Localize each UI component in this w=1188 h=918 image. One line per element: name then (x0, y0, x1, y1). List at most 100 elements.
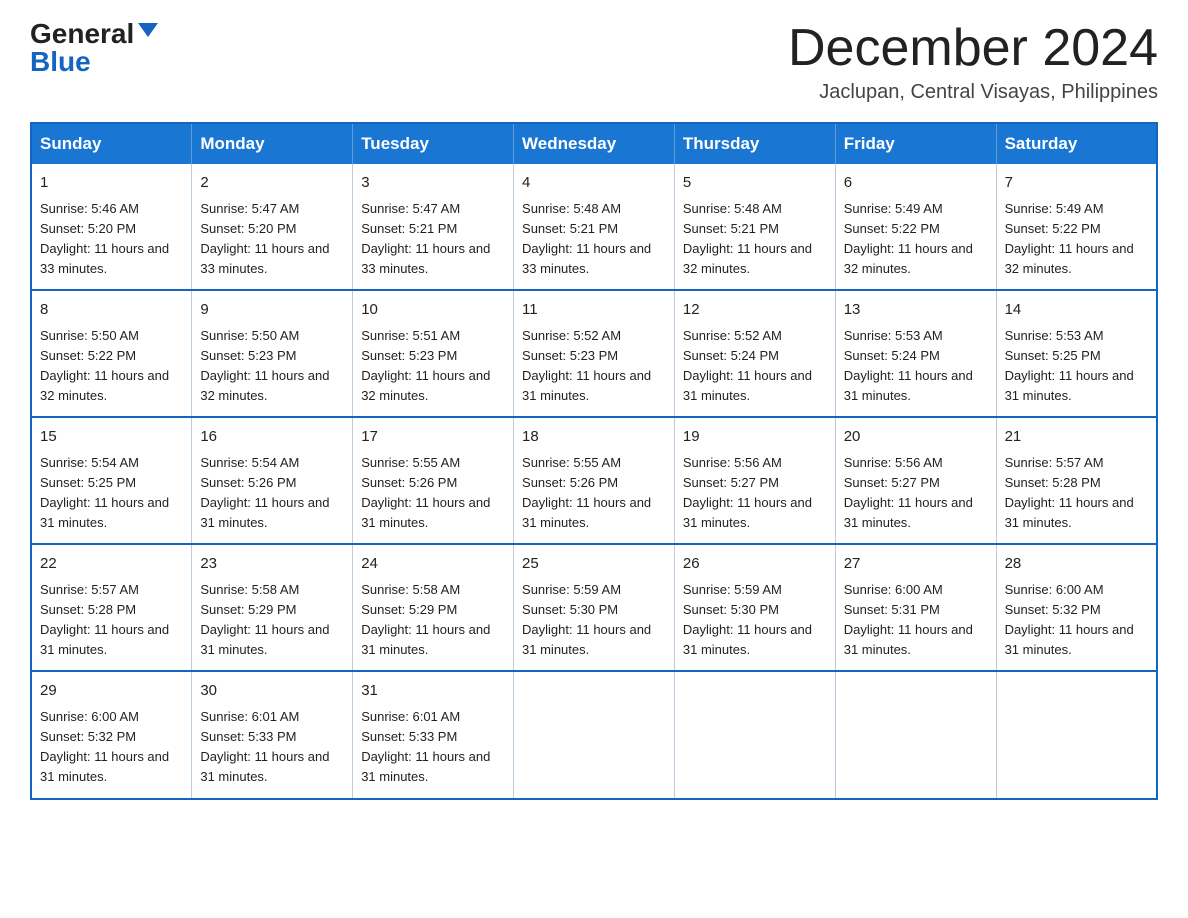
calendar-cell: 23 Sunrise: 5:58 AMSunset: 5:29 PMDaylig… (192, 544, 353, 671)
day-info: Sunrise: 5:58 AMSunset: 5:29 PMDaylight:… (200, 580, 344, 661)
day-number: 14 (1005, 299, 1148, 322)
day-number: 30 (200, 680, 344, 703)
calendar-cell: 13 Sunrise: 5:53 AMSunset: 5:24 PMDaylig… (835, 290, 996, 417)
day-number: 21 (1005, 426, 1148, 449)
calendar-cell: 5 Sunrise: 5:48 AMSunset: 5:21 PMDayligh… (674, 164, 835, 290)
calendar-cell (835, 671, 996, 798)
day-info: Sunrise: 5:46 AMSunset: 5:20 PMDaylight:… (40, 199, 183, 280)
calendar-day-header-sunday: Sunday (31, 123, 192, 164)
day-number: 26 (683, 553, 827, 576)
day-number: 23 (200, 553, 344, 576)
calendar-cell: 24 Sunrise: 5:58 AMSunset: 5:29 PMDaylig… (353, 544, 514, 671)
day-info: Sunrise: 5:51 AMSunset: 5:23 PMDaylight:… (361, 326, 505, 407)
calendar-cell: 16 Sunrise: 5:54 AMSunset: 5:26 PMDaylig… (192, 417, 353, 544)
day-info: Sunrise: 5:52 AMSunset: 5:24 PMDaylight:… (683, 326, 827, 407)
day-number: 20 (844, 426, 988, 449)
calendar-day-header-friday: Friday (835, 123, 996, 164)
day-info: Sunrise: 5:59 AMSunset: 5:30 PMDaylight:… (522, 580, 666, 661)
day-info: Sunrise: 6:01 AMSunset: 5:33 PMDaylight:… (361, 707, 505, 788)
calendar-cell: 18 Sunrise: 5:55 AMSunset: 5:26 PMDaylig… (514, 417, 675, 544)
day-info: Sunrise: 5:47 AMSunset: 5:20 PMDaylight:… (200, 199, 344, 280)
day-number: 1 (40, 172, 183, 195)
day-number: 22 (40, 553, 183, 576)
day-number: 25 (522, 553, 666, 576)
day-number: 10 (361, 299, 505, 322)
calendar-cell: 4 Sunrise: 5:48 AMSunset: 5:21 PMDayligh… (514, 164, 675, 290)
day-number: 29 (40, 680, 183, 703)
calendar-cell (996, 671, 1157, 798)
day-info: Sunrise: 5:49 AMSunset: 5:22 PMDaylight:… (844, 199, 988, 280)
day-info: Sunrise: 5:53 AMSunset: 5:25 PMDaylight:… (1005, 326, 1148, 407)
calendar-week-row: 29 Sunrise: 6:00 AMSunset: 5:32 PMDaylig… (31, 671, 1157, 798)
day-info: Sunrise: 5:48 AMSunset: 5:21 PMDaylight:… (522, 199, 666, 280)
calendar-day-header-saturday: Saturday (996, 123, 1157, 164)
day-number: 13 (844, 299, 988, 322)
day-number: 19 (683, 426, 827, 449)
page-header: General Blue December 2024 Jaclupan, Cen… (30, 20, 1158, 104)
day-info: Sunrise: 5:49 AMSunset: 5:22 PMDaylight:… (1005, 199, 1148, 280)
logo: General Blue (30, 20, 158, 76)
day-number: 3 (361, 172, 505, 195)
day-info: Sunrise: 5:57 AMSunset: 5:28 PMDaylight:… (40, 580, 183, 661)
calendar-cell: 9 Sunrise: 5:50 AMSunset: 5:23 PMDayligh… (192, 290, 353, 417)
day-number: 4 (522, 172, 666, 195)
calendar-day-header-tuesday: Tuesday (353, 123, 514, 164)
calendar-day-header-wednesday: Wednesday (514, 123, 675, 164)
day-number: 28 (1005, 553, 1148, 576)
day-number: 9 (200, 299, 344, 322)
day-number: 16 (200, 426, 344, 449)
logo-triangle-icon (138, 23, 158, 37)
calendar-day-header-monday: Monday (192, 123, 353, 164)
day-info: Sunrise: 5:55 AMSunset: 5:26 PMDaylight:… (522, 453, 666, 534)
day-number: 12 (683, 299, 827, 322)
day-number: 11 (522, 299, 666, 322)
calendar-cell: 11 Sunrise: 5:52 AMSunset: 5:23 PMDaylig… (514, 290, 675, 417)
calendar-cell: 25 Sunrise: 5:59 AMSunset: 5:30 PMDaylig… (514, 544, 675, 671)
day-number: 17 (361, 426, 505, 449)
day-info: Sunrise: 5:57 AMSunset: 5:28 PMDaylight:… (1005, 453, 1148, 534)
month-title: December 2024 (788, 20, 1158, 77)
calendar-cell: 6 Sunrise: 5:49 AMSunset: 5:22 PMDayligh… (835, 164, 996, 290)
calendar-cell: 31 Sunrise: 6:01 AMSunset: 5:33 PMDaylig… (353, 671, 514, 798)
calendar-week-row: 1 Sunrise: 5:46 AMSunset: 5:20 PMDayligh… (31, 164, 1157, 290)
calendar-week-row: 15 Sunrise: 5:54 AMSunset: 5:25 PMDaylig… (31, 417, 1157, 544)
logo-general: General (30, 20, 134, 48)
day-info: Sunrise: 5:50 AMSunset: 5:23 PMDaylight:… (200, 326, 344, 407)
calendar-cell: 7 Sunrise: 5:49 AMSunset: 5:22 PMDayligh… (996, 164, 1157, 290)
calendar-cell: 15 Sunrise: 5:54 AMSunset: 5:25 PMDaylig… (31, 417, 192, 544)
day-info: Sunrise: 5:48 AMSunset: 5:21 PMDaylight:… (683, 199, 827, 280)
day-number: 6 (844, 172, 988, 195)
day-number: 8 (40, 299, 183, 322)
day-number: 31 (361, 680, 505, 703)
calendar-cell: 19 Sunrise: 5:56 AMSunset: 5:27 PMDaylig… (674, 417, 835, 544)
calendar-cell (514, 671, 675, 798)
day-info: Sunrise: 5:56 AMSunset: 5:27 PMDaylight:… (683, 453, 827, 534)
day-number: 15 (40, 426, 183, 449)
day-info: Sunrise: 6:01 AMSunset: 5:33 PMDaylight:… (200, 707, 344, 788)
calendar-cell: 17 Sunrise: 5:55 AMSunset: 5:26 PMDaylig… (353, 417, 514, 544)
day-info: Sunrise: 5:53 AMSunset: 5:24 PMDaylight:… (844, 326, 988, 407)
calendar-week-row: 22 Sunrise: 5:57 AMSunset: 5:28 PMDaylig… (31, 544, 1157, 671)
day-number: 2 (200, 172, 344, 195)
calendar-day-header-thursday: Thursday (674, 123, 835, 164)
location-title: Jaclupan, Central Visayas, Philippines (788, 81, 1158, 104)
calendar-cell: 29 Sunrise: 6:00 AMSunset: 5:32 PMDaylig… (31, 671, 192, 798)
calendar-cell: 2 Sunrise: 5:47 AMSunset: 5:20 PMDayligh… (192, 164, 353, 290)
calendar-cell: 22 Sunrise: 5:57 AMSunset: 5:28 PMDaylig… (31, 544, 192, 671)
day-info: Sunrise: 5:47 AMSunset: 5:21 PMDaylight:… (361, 199, 505, 280)
day-info: Sunrise: 5:54 AMSunset: 5:26 PMDaylight:… (200, 453, 344, 534)
day-info: Sunrise: 5:59 AMSunset: 5:30 PMDaylight:… (683, 580, 827, 661)
day-number: 7 (1005, 172, 1148, 195)
day-info: Sunrise: 5:50 AMSunset: 5:22 PMDaylight:… (40, 326, 183, 407)
day-number: 18 (522, 426, 666, 449)
day-info: Sunrise: 5:58 AMSunset: 5:29 PMDaylight:… (361, 580, 505, 661)
day-number: 27 (844, 553, 988, 576)
calendar-cell: 20 Sunrise: 5:56 AMSunset: 5:27 PMDaylig… (835, 417, 996, 544)
day-info: Sunrise: 5:55 AMSunset: 5:26 PMDaylight:… (361, 453, 505, 534)
calendar-cell: 14 Sunrise: 5:53 AMSunset: 5:25 PMDaylig… (996, 290, 1157, 417)
calendar-cell (674, 671, 835, 798)
day-number: 5 (683, 172, 827, 195)
day-info: Sunrise: 6:00 AMSunset: 5:31 PMDaylight:… (844, 580, 988, 661)
day-info: Sunrise: 5:56 AMSunset: 5:27 PMDaylight:… (844, 453, 988, 534)
day-info: Sunrise: 6:00 AMSunset: 5:32 PMDaylight:… (40, 707, 183, 788)
